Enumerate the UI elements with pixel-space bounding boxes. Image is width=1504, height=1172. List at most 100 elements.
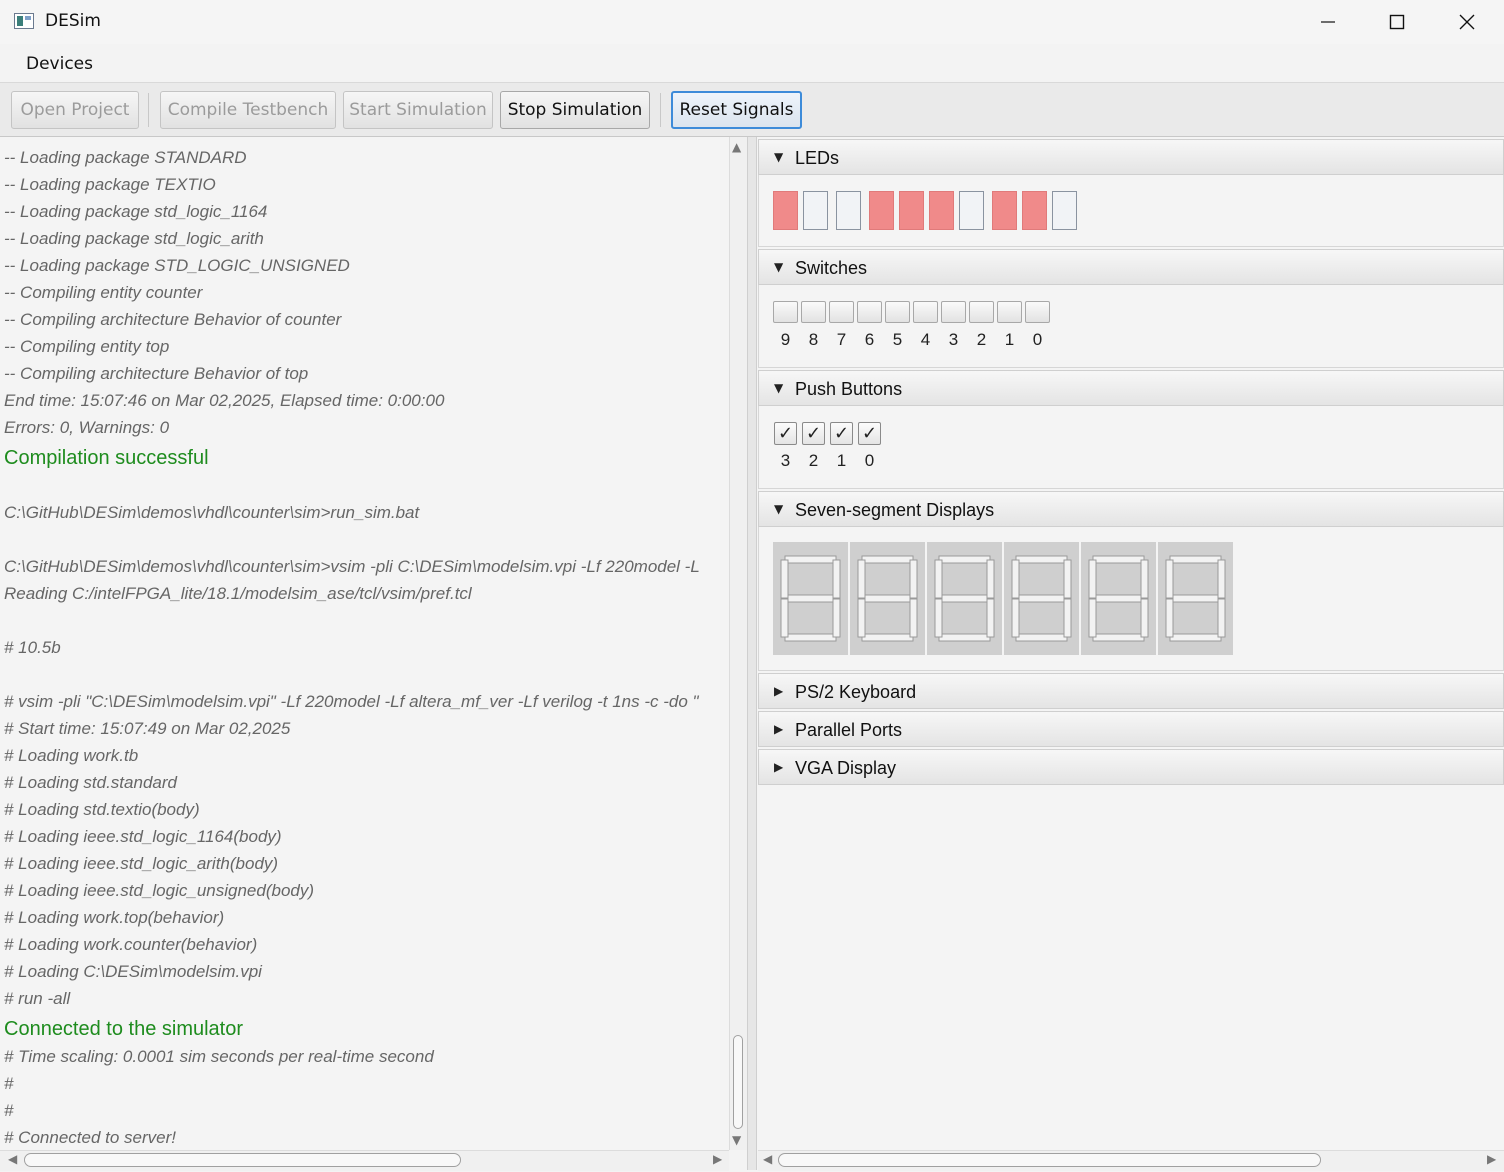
console-line: # Loading ieee.std_logic_1164(body) bbox=[4, 827, 282, 846]
app-icon bbox=[14, 13, 34, 29]
minimize-icon bbox=[1321, 21, 1335, 23]
console-line: -- Loading package std_logic_arith bbox=[4, 229, 264, 248]
panel-title: Seven-segment Displays bbox=[795, 500, 995, 520]
led-7 bbox=[836, 191, 861, 230]
console-output[interactable]: -- Loading package STANDARD -- Loading pa… bbox=[0, 137, 729, 1150]
stop-simulation-button[interactable]: Stop Simulation bbox=[500, 91, 650, 129]
panel-title: LEDs bbox=[795, 148, 840, 168]
scroll-left-arrow-icon[interactable]: ◀ bbox=[763, 1152, 772, 1166]
maximize-button[interactable] bbox=[1362, 0, 1432, 44]
switch-label: 8 bbox=[808, 330, 819, 349]
scroll-left-arrow-icon[interactable]: ◀ bbox=[8, 1152, 17, 1166]
checkmark-icon: ✓ bbox=[777, 423, 794, 444]
menu-bar bbox=[0, 44, 1504, 83]
panel-header-leds[interactable]: ▼ LEDs bbox=[758, 139, 1504, 175]
console-line: # Connected to server! bbox=[4, 1128, 176, 1147]
push-button-label: 2 bbox=[808, 451, 819, 470]
switch-0[interactable] bbox=[1025, 301, 1050, 323]
checkmark-icon: ✓ bbox=[833, 423, 850, 444]
led-2 bbox=[992, 191, 1017, 230]
push-button-0[interactable]: ✓ bbox=[858, 422, 881, 445]
console-line: # Loading work.top(behavior) bbox=[4, 908, 225, 927]
push-button-3[interactable]: ✓ bbox=[774, 422, 797, 445]
collapsed-triangle-icon: ▶ bbox=[774, 722, 784, 736]
console-line: Errors: 0, Warnings: 0 bbox=[4, 418, 170, 437]
console-line: -- Compiling architecture Behavior of to… bbox=[4, 364, 309, 383]
push-button-2[interactable]: ✓ bbox=[802, 422, 825, 445]
panel-header-push-buttons[interactable]: ▼ Push Buttons bbox=[758, 370, 1504, 406]
switch-label: 6 bbox=[864, 330, 875, 349]
switch-2[interactable] bbox=[969, 301, 994, 323]
switch-4[interactable] bbox=[913, 301, 938, 323]
switch-label: 3 bbox=[948, 330, 959, 349]
panel-header-parallel-ports[interactable]: ▶ Parallel Ports bbox=[758, 711, 1504, 747]
console-line: -- Compiling entity top bbox=[4, 337, 170, 356]
close-icon bbox=[1459, 14, 1475, 30]
maximize-icon bbox=[1389, 14, 1405, 30]
led-6 bbox=[869, 191, 894, 230]
led-9 bbox=[773, 191, 798, 230]
seven-segment-display-4 bbox=[1081, 542, 1156, 655]
console-line: # Loading std.standard bbox=[4, 773, 177, 792]
console-line: C:\GitHub\DESim\demos\vhdl\counter\sim>v… bbox=[4, 557, 700, 576]
panel-header-seven-segment[interactable]: ▼ Seven-segment Displays bbox=[758, 491, 1504, 527]
switch-3[interactable] bbox=[941, 301, 966, 323]
collapsed-triangle-icon: ▶ bbox=[774, 684, 784, 698]
led-0 bbox=[1052, 191, 1077, 230]
panel-title: VGA Display bbox=[795, 758, 897, 778]
split-pane-divider[interactable] bbox=[747, 137, 757, 1170]
switch-label: 9 bbox=[780, 330, 791, 349]
seven-segment-display-3 bbox=[1004, 542, 1079, 655]
expanded-triangle-icon: ▼ bbox=[774, 381, 784, 395]
console-line: # Loading std.textio(body) bbox=[4, 800, 200, 819]
switch-8[interactable] bbox=[801, 301, 826, 323]
scroll-right-arrow-icon[interactable]: ▶ bbox=[1487, 1152, 1496, 1166]
seven-segment-digit-icon bbox=[780, 555, 841, 642]
led-4 bbox=[929, 191, 954, 230]
scroll-down-arrow-icon[interactable]: ▼ bbox=[732, 1133, 741, 1147]
seven-segment-digit-icon bbox=[1165, 555, 1226, 642]
start-simulation-button[interactable]: Start Simulation bbox=[343, 91, 493, 129]
console-vertical-scrollbar[interactable] bbox=[729, 137, 748, 1150]
scroll-right-arrow-icon[interactable]: ▶ bbox=[713, 1152, 722, 1166]
switch-6[interactable] bbox=[857, 301, 882, 323]
open-project-button[interactable]: Open Project bbox=[11, 91, 139, 129]
panel-header-switches[interactable]: ▼ Switches bbox=[758, 249, 1504, 285]
devices-horizontal-scroll-thumb[interactable] bbox=[778, 1153, 1321, 1167]
seven-segment-digit-icon bbox=[1088, 555, 1149, 642]
panel-title: PS/2 Keyboard bbox=[795, 682, 917, 702]
led-1 bbox=[1022, 191, 1047, 230]
panel-header-ps2-keyboard[interactable]: ▶ PS/2 Keyboard bbox=[758, 673, 1504, 709]
menu-devices[interactable]: Devices bbox=[26, 54, 93, 74]
switch-9[interactable] bbox=[773, 301, 798, 323]
switch-label: 5 bbox=[892, 330, 903, 349]
seven-segment-display-2 bbox=[927, 542, 1002, 655]
push-button-1[interactable]: ✓ bbox=[830, 422, 853, 445]
panel-header-vga-display[interactable]: ▶ VGA Display bbox=[758, 749, 1504, 785]
switch-label: 7 bbox=[836, 330, 847, 349]
switch-label: 2 bbox=[976, 330, 987, 349]
switches-panel-body bbox=[758, 285, 1504, 368]
console-line: # Start time: 15:07:49 on Mar 02,2025 bbox=[4, 719, 291, 738]
console-line: Reading C:/intelFPGA_lite/18.1/modelsim_… bbox=[4, 584, 472, 603]
seven-segment-digit-icon bbox=[1011, 555, 1072, 642]
checkmark-icon: ✓ bbox=[861, 423, 878, 444]
close-button[interactable] bbox=[1432, 0, 1502, 44]
led-8 bbox=[803, 191, 828, 230]
compile-testbench-button[interactable]: Compile Testbench bbox=[160, 91, 336, 129]
minimize-button[interactable] bbox=[1293, 0, 1363, 44]
panel-title: Push Buttons bbox=[795, 379, 903, 399]
switch-5[interactable] bbox=[885, 301, 910, 323]
console-vertical-scroll-thumb[interactable] bbox=[733, 1035, 743, 1129]
expanded-triangle-icon: ▼ bbox=[774, 502, 784, 516]
console-line: # vsim -pli "C:\DESim\modelsim.vpi" -Lf … bbox=[4, 692, 699, 711]
reset-signals-button[interactable]: Reset Signals bbox=[671, 91, 802, 129]
switch-1[interactable] bbox=[997, 301, 1022, 323]
console-line: # Loading C:\DESim\modelsim.vpi bbox=[4, 962, 262, 981]
switch-label: 4 bbox=[920, 330, 931, 349]
switch-label: 1 bbox=[1004, 330, 1015, 349]
console-horizontal-scroll-thumb[interactable] bbox=[24, 1153, 461, 1167]
scroll-up-arrow-icon[interactable]: ▲ bbox=[732, 140, 741, 154]
switch-7[interactable] bbox=[829, 301, 854, 323]
toolbar-separator bbox=[148, 93, 149, 127]
